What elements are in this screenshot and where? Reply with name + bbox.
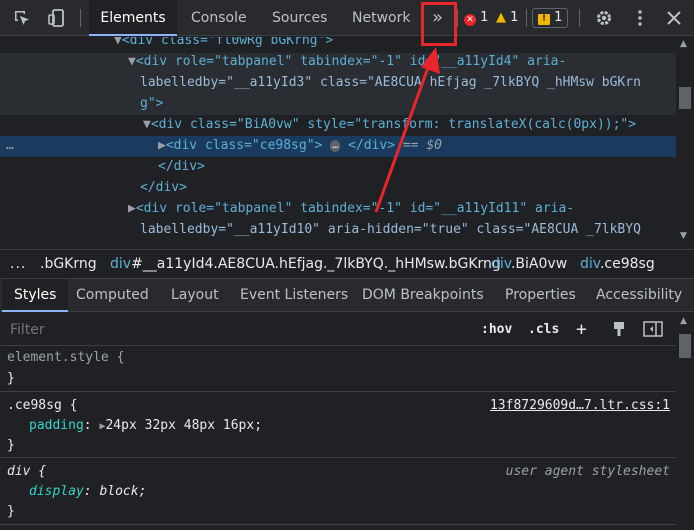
- style-property[interactable]: padding: ▶24px 32px 48px 16px;: [29, 416, 262, 436]
- tab-event-listeners[interactable]: Event Listeners: [240, 279, 348, 312]
- inspect-element-icon[interactable]: [12, 8, 32, 28]
- style-rule-ce98sg: .ce98sg { 13f8729609d…7.ltr.css:1 paddin…: [0, 393, 676, 458]
- issue-icon: !: [538, 14, 550, 25]
- tree-line-selected[interactable]: ▶<div class="ce98sg"> … </div> == $0: [158, 136, 442, 156]
- tab-properties[interactable]: Properties: [505, 279, 576, 312]
- close-icon[interactable]: [664, 8, 684, 28]
- rule-source-link[interactable]: 13f8729609d…7.ltr.css:1: [490, 396, 670, 416]
- scroll-down-icon[interactable]: ▼: [680, 231, 687, 241]
- tab-accessibility[interactable]: Accessibility: [596, 279, 682, 312]
- collapsed-ellipsis-badge[interactable]: …: [330, 140, 341, 152]
- styles-pane: element.style { } .ce98sg { 13f8729609d……: [0, 347, 676, 530]
- rule-source-label: user agent stylesheet: [505, 464, 670, 479]
- issues-badge[interactable]: ! 1: [532, 8, 569, 28]
- toggle-sidebar-icon[interactable]: [643, 320, 663, 342]
- warnings-badge[interactable]: ▲ 1: [496, 9, 518, 27]
- errors-badge[interactable]: ✕ 1: [464, 9, 488, 27]
- breadcrumb: ... .bGKrng div#__a11yId4.AE8CUA.hEfjag.…: [0, 249, 694, 279]
- warnings-count: 1: [510, 10, 519, 25]
- toolbar-divider: [80, 9, 81, 27]
- tree-line-continued[interactable]: g">: [140, 94, 163, 114]
- tree-line-selected[interactable]: …: [6, 136, 14, 156]
- tab-styles[interactable]: Styles: [2, 279, 69, 312]
- style-property: display: block;: [29, 484, 147, 499]
- tree-line-continued[interactable]: labelledby="__a11yId3" class="AE8CUA hEf…: [140, 73, 641, 93]
- settings-gear-icon[interactable]: [594, 8, 614, 28]
- scroll-up-icon[interactable]: ▲: [680, 316, 687, 326]
- filter-input[interactable]: [10, 320, 310, 340]
- tree-line[interactable]: ▼<div role="tabpanel" tabindex="-1" id="…: [128, 52, 566, 72]
- error-icon: ✕: [464, 14, 476, 26]
- tab-network[interactable]: Network: [352, 0, 410, 36]
- rule-close: }: [7, 438, 15, 453]
- sidebar-tabs: Styles Computed Layout Event Listeners D…: [0, 279, 694, 312]
- tree-line[interactable]: ▼<div class="fl0wRg bGKrng">: [114, 37, 333, 51]
- more-options-icon[interactable]: [630, 8, 650, 28]
- scroll-up-icon[interactable]: ▲: [680, 39, 687, 49]
- devtools-toolbar: Elements Console Sources Network » ✕ 1 ▲…: [0, 0, 694, 36]
- styles-filter-bar: :hov .cls +: [0, 313, 676, 346]
- new-style-rule-button[interactable]: +: [576, 321, 587, 339]
- breadcrumb-item[interactable]: div.BiA0vw: [491, 250, 567, 280]
- rule-selector[interactable]: div {: [7, 462, 46, 482]
- tab-elements[interactable]: Elements: [89, 0, 177, 36]
- tree-line[interactable]: ▼<div class="BiA0vw" style="transform: t…: [143, 115, 636, 135]
- tab-computed[interactable]: Computed: [76, 279, 149, 312]
- hover-state-toggle[interactable]: :hov: [481, 321, 512, 339]
- device-toolbar-icon[interactable]: [46, 8, 66, 28]
- class-toggle[interactable]: .cls: [528, 321, 559, 339]
- toolbar-divider: [526, 9, 527, 27]
- breadcrumb-item[interactable]: div#__a11yId4.AE8CUA.hEfjag._7lkBYQ._hHM…: [110, 250, 501, 280]
- tab-layout[interactable]: Layout: [171, 279, 219, 312]
- rule-close: }: [7, 504, 15, 519]
- row-ellipsis: …: [6, 138, 14, 153]
- breadcrumb-overflow[interactable]: ...: [10, 250, 26, 280]
- tree-line[interactable]: </div>: [158, 157, 205, 177]
- tree-line-continued[interactable]: labelledby="__a11yId10" aria-hidden="tru…: [140, 220, 641, 240]
- toolbar-divider: [579, 9, 580, 27]
- styles-scrollbar[interactable]: ▲: [676, 313, 694, 530]
- annotation-highlight-box: [421, 2, 457, 46]
- warning-icon: ▲: [496, 10, 506, 25]
- rule-selector[interactable]: .ce98sg {: [7, 396, 77, 416]
- tab-sources[interactable]: Sources: [272, 0, 327, 36]
- tree-scrollbar[interactable]: ▲ ▼: [676, 37, 694, 247]
- breadcrumb-item[interactable]: .bGKrng: [40, 250, 97, 280]
- tab-dom-breakpoints[interactable]: DOM Breakpoints: [362, 279, 484, 312]
- toolbar-divider: [457, 9, 458, 27]
- rule-close: }: [7, 371, 15, 386]
- breadcrumb-item[interactable]: div.ce98sg: [580, 250, 655, 280]
- issues-count: 1: [554, 10, 563, 25]
- tree-line[interactable]: ▶<div role="tabpanel" tabindex="-1" id="…: [128, 199, 574, 219]
- style-rule-element: element.style { }: [0, 347, 676, 392]
- tree-line[interactable]: </div>: [140, 178, 187, 198]
- scrollbar-thumb[interactable]: [679, 334, 691, 358]
- elements-tree: ▼<div class="fl0wRg bGKrng"> ▼<div role=…: [0, 37, 676, 247]
- style-rule-div: div { user agent stylesheet display: blo…: [0, 459, 676, 525]
- scrollbar-thumb[interactable]: [679, 87, 691, 109]
- tab-console[interactable]: Console: [191, 0, 247, 36]
- errors-count: 1: [480, 10, 489, 25]
- color-format-icon[interactable]: [610, 320, 628, 342]
- rule-selector[interactable]: element.style {: [7, 348, 124, 368]
